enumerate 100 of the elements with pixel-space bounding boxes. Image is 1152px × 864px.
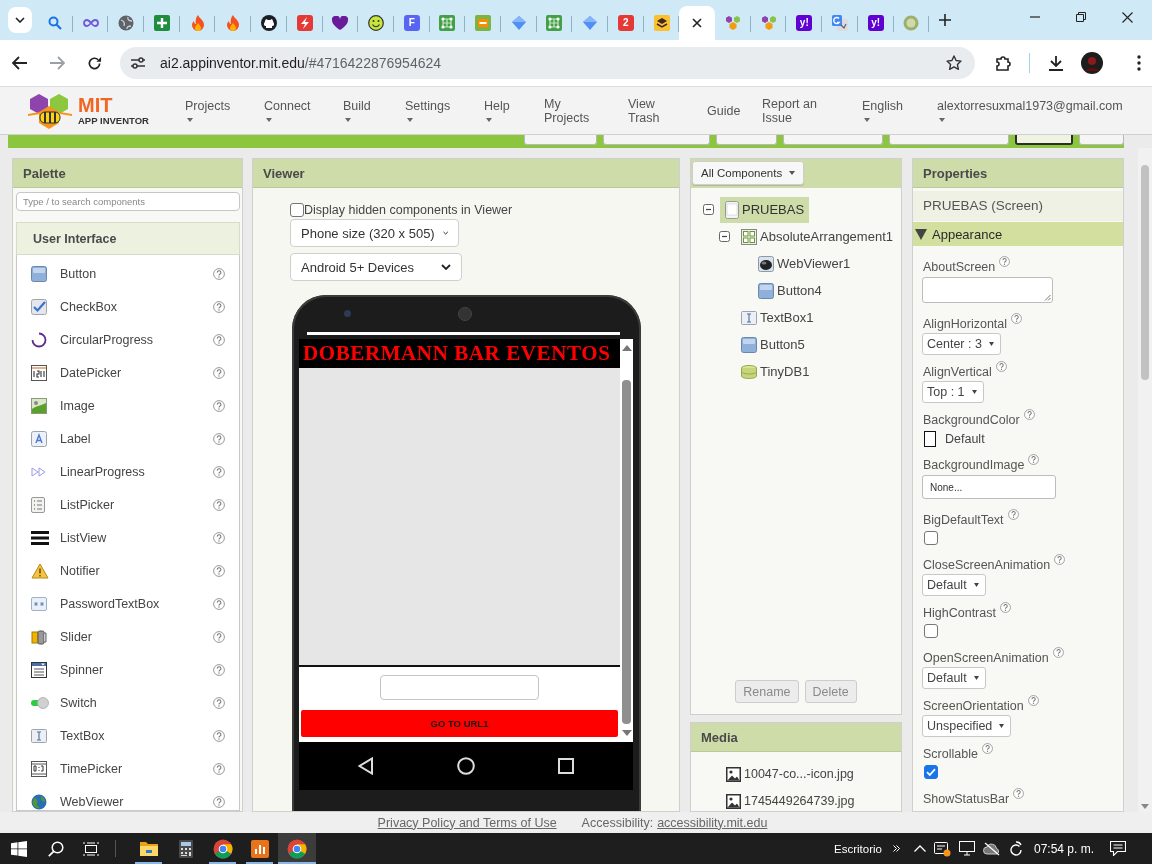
help-icon[interactable] — [1052, 647, 1064, 658]
recents-square-icon[interactable] — [558, 758, 574, 774]
section-header[interactable]: Appearance — [913, 222, 1123, 246]
cloud-off-icon[interactable] — [982, 841, 1001, 856]
chevron-up-icon[interactable] — [913, 845, 926, 852]
palette-item[interactable]: Notifier — [17, 562, 239, 579]
media-file[interactable]: 1745449264739.jpg — [691, 793, 901, 809]
phone-size-select[interactable]: Phone size (320 x 505) — [290, 219, 459, 247]
property-dropdown[interactable]: Center : 3 — [922, 333, 1001, 355]
tree-item[interactable]: PRUEBAS — [720, 196, 810, 223]
palette-item[interactable]: LinearProgress — [17, 463, 239, 480]
avatar-icon[interactable] — [1081, 52, 1103, 74]
property-dropdown[interactable]: Unspecified — [922, 715, 1012, 737]
palette-item[interactable]: PasswordTextBox — [17, 595, 239, 612]
help-icon[interactable] — [213, 465, 225, 478]
checkbox[interactable] — [924, 531, 938, 545]
checkbox[interactable] — [290, 202, 304, 217]
help-icon[interactable] — [1007, 509, 1019, 520]
hexagon-bee-logo-icon[interactable] — [28, 92, 72, 129]
property-dropdown[interactable]: Default — [922, 667, 986, 689]
bookmark-star-icon[interactable] — [946, 55, 962, 71]
clock[interactable]: 07:54 p. m. — [1033, 841, 1094, 856]
image-picker-field[interactable]: None... — [922, 475, 1056, 499]
checkbox[interactable] — [924, 765, 938, 779]
help-icon[interactable] — [1013, 788, 1025, 799]
home-circle-icon[interactable] — [457, 757, 475, 775]
menu-item[interactable]: Build — [326, 87, 388, 134]
checkbox[interactable] — [924, 624, 938, 638]
help-icon[interactable] — [213, 630, 225, 643]
palette-item[interactable]: Button — [17, 265, 239, 282]
component-filter-button[interactable]: All Components — [692, 161, 805, 185]
color-value[interactable]: Default — [945, 432, 985, 446]
palette-item[interactable]: CheckBox — [17, 298, 239, 315]
help-icon[interactable] — [981, 743, 993, 754]
scrollbar-thumb[interactable] — [622, 380, 631, 724]
menu-item[interactable]: Connect — [247, 87, 326, 134]
help-icon[interactable] — [213, 267, 225, 280]
menu-icon[interactable] — [1137, 55, 1141, 71]
back-triangle-icon[interactable] — [358, 757, 374, 775]
tray-app-icon[interactable] — [933, 840, 951, 857]
scroll-down-arrow-icon[interactable] — [621, 730, 632, 736]
menu-item[interactable]: My Projects — [527, 87, 611, 134]
property-dropdown[interactable]: Default — [922, 574, 986, 596]
menu-item[interactable]: Settings — [388, 87, 467, 134]
puzzle-piece-icon[interactable] — [995, 54, 1013, 72]
help-icon[interactable] — [1054, 554, 1066, 565]
help-icon[interactable] — [995, 361, 1007, 372]
search-field[interactable]: Type / to search components — [16, 192, 240, 211]
menu-item[interactable]: Guide — [690, 87, 745, 134]
help-icon[interactable] — [999, 602, 1011, 613]
checkbox-label[interactable]: Display hidden components in Viewer — [304, 202, 513, 217]
help-icon[interactable] — [213, 729, 225, 742]
palette-item[interactable]: Label — [17, 430, 239, 447]
text-area-field[interactable] — [922, 277, 1053, 303]
tree-item[interactable]: Button4 — [753, 277, 827, 304]
help-icon[interactable] — [213, 366, 225, 379]
property-dropdown[interactable]: Top : 1 — [922, 381, 984, 403]
palette-item[interactable]: Switch — [17, 694, 239, 711]
resize-grip-icon[interactable] — [1044, 294, 1051, 301]
help-icon[interactable] — [213, 597, 225, 610]
browser-tab[interactable]: y! — [857, 6, 894, 40]
address-bar[interactable]: ai2.appinventor.mit.edu/#4716422876954624 — [120, 47, 975, 79]
tab-search-button[interactable] — [8, 7, 32, 33]
menu-item[interactable]: Report an Issue — [745, 87, 845, 134]
media-file[interactable]: 10047-co...-icon.jpg — [691, 766, 901, 782]
go-button[interactable]: GO TO URL1 — [301, 710, 618, 737]
url-input-field[interactable] — [380, 675, 539, 700]
monitor-icon[interactable] — [958, 841, 975, 856]
help-icon[interactable] — [213, 762, 225, 775]
tree-toggle-icon[interactable] — [703, 204, 714, 215]
toolbar-button[interactable] — [1015, 135, 1074, 145]
notifications-icon[interactable] — [1110, 841, 1126, 856]
menu-item[interactable]: English — [845, 87, 920, 134]
palette-item[interactable]: WebViewer — [17, 793, 239, 810]
tree-toggle-icon[interactable] — [719, 231, 730, 242]
site-settings-icon[interactable] — [130, 56, 146, 70]
close-icon[interactable] — [692, 18, 703, 28]
help-icon[interactable] — [1011, 313, 1023, 324]
privacy-link[interactable]: Privacy Policy and Terms of Use — [377, 815, 557, 830]
menu-item[interactable]: Projects — [168, 87, 247, 134]
help-icon[interactable] — [1027, 695, 1039, 706]
help-icon[interactable] — [999, 256, 1011, 267]
help-icon[interactable] — [213, 432, 225, 445]
help-icon[interactable] — [213, 399, 225, 412]
tree-item[interactable]: TinyDB1 — [736, 358, 815, 385]
scrollbar-thumb[interactable] — [1141, 165, 1149, 380]
help-icon[interactable] — [213, 663, 225, 676]
menu-item[interactable]: View Trash — [611, 87, 690, 134]
palette-item[interactable]: DatePicker — [17, 364, 239, 381]
help-icon[interactable] — [213, 564, 225, 577]
help-icon[interactable] — [213, 333, 225, 346]
accessibility-link[interactable]: accessibility.mit.edu — [657, 815, 768, 830]
menu-item[interactable]: alextorresuxmal1973@gmail.com — [920, 87, 1123, 134]
palette-item[interactable]: TextBox — [17, 727, 239, 744]
tree-item[interactable]: Button5 — [736, 331, 810, 358]
sync-icon[interactable] — [1008, 840, 1023, 857]
tree-item[interactable]: AbsoluteArrangement1 — [736, 223, 898, 250]
help-icon[interactable] — [213, 795, 225, 808]
tree-item[interactable]: WebViewer1 — [753, 250, 856, 277]
device-select[interactable]: Android 5+ Devices — [290, 253, 462, 281]
